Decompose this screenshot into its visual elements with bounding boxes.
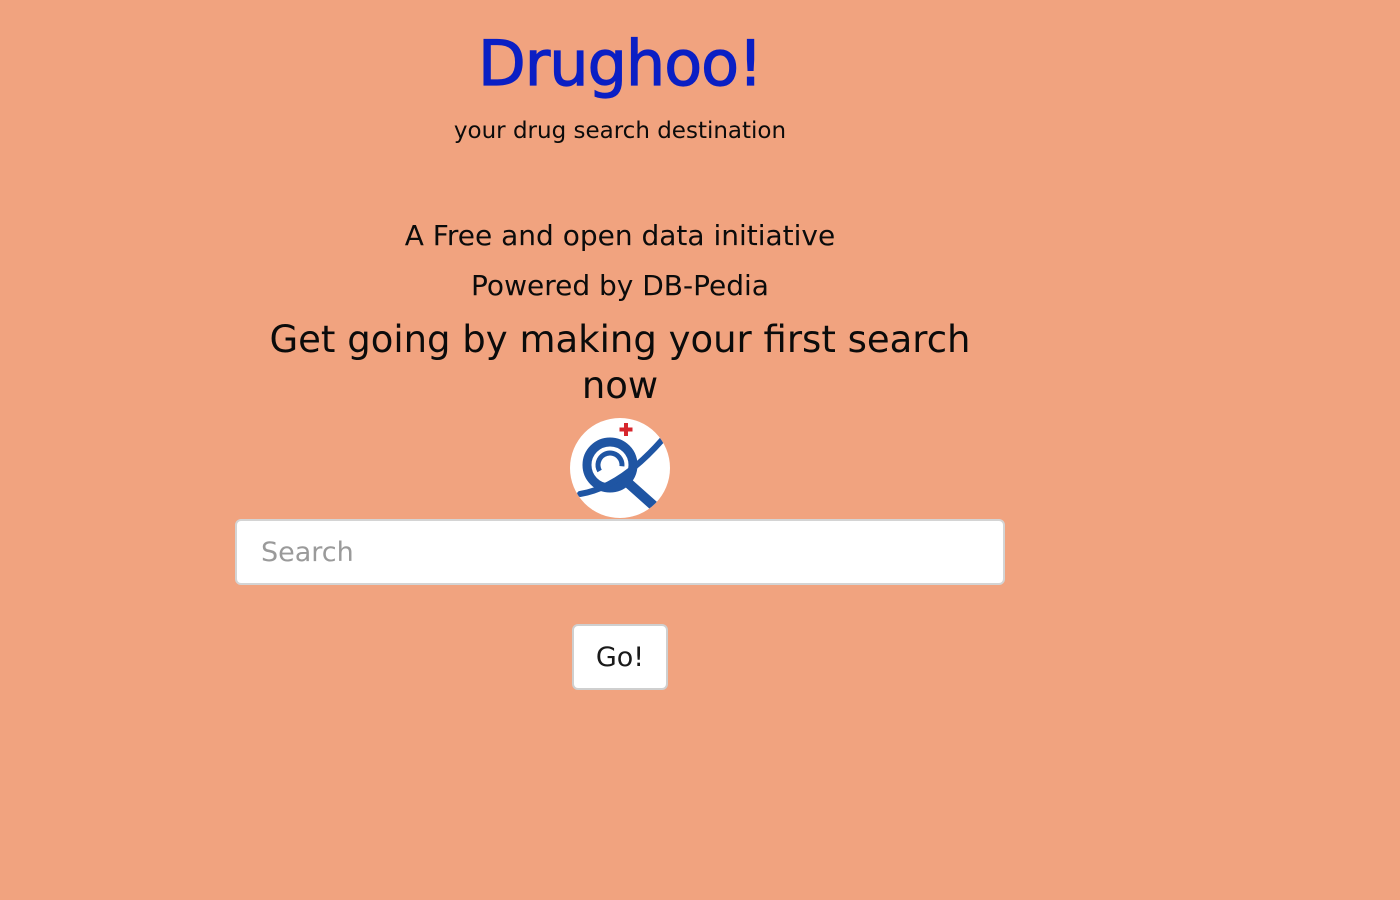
- site-title: Drughoo!: [477, 26, 763, 100]
- magnifier-with-medical-cross-icon: [577, 423, 665, 511]
- site-tagline: your drug search destination: [453, 118, 787, 144]
- call-to-action-heading: Get going by making your first search no…: [269, 318, 971, 407]
- page: Drughoo! your drug search destination A …: [0, 0, 1400, 900]
- go-button[interactable]: Go!: [572, 624, 668, 690]
- initiative-text: A Free and open data initiative: [404, 219, 836, 252]
- search-input[interactable]: [235, 519, 1005, 585]
- logo: [570, 418, 670, 518]
- powered-by-text: Powered by DB-Pedia: [471, 269, 769, 302]
